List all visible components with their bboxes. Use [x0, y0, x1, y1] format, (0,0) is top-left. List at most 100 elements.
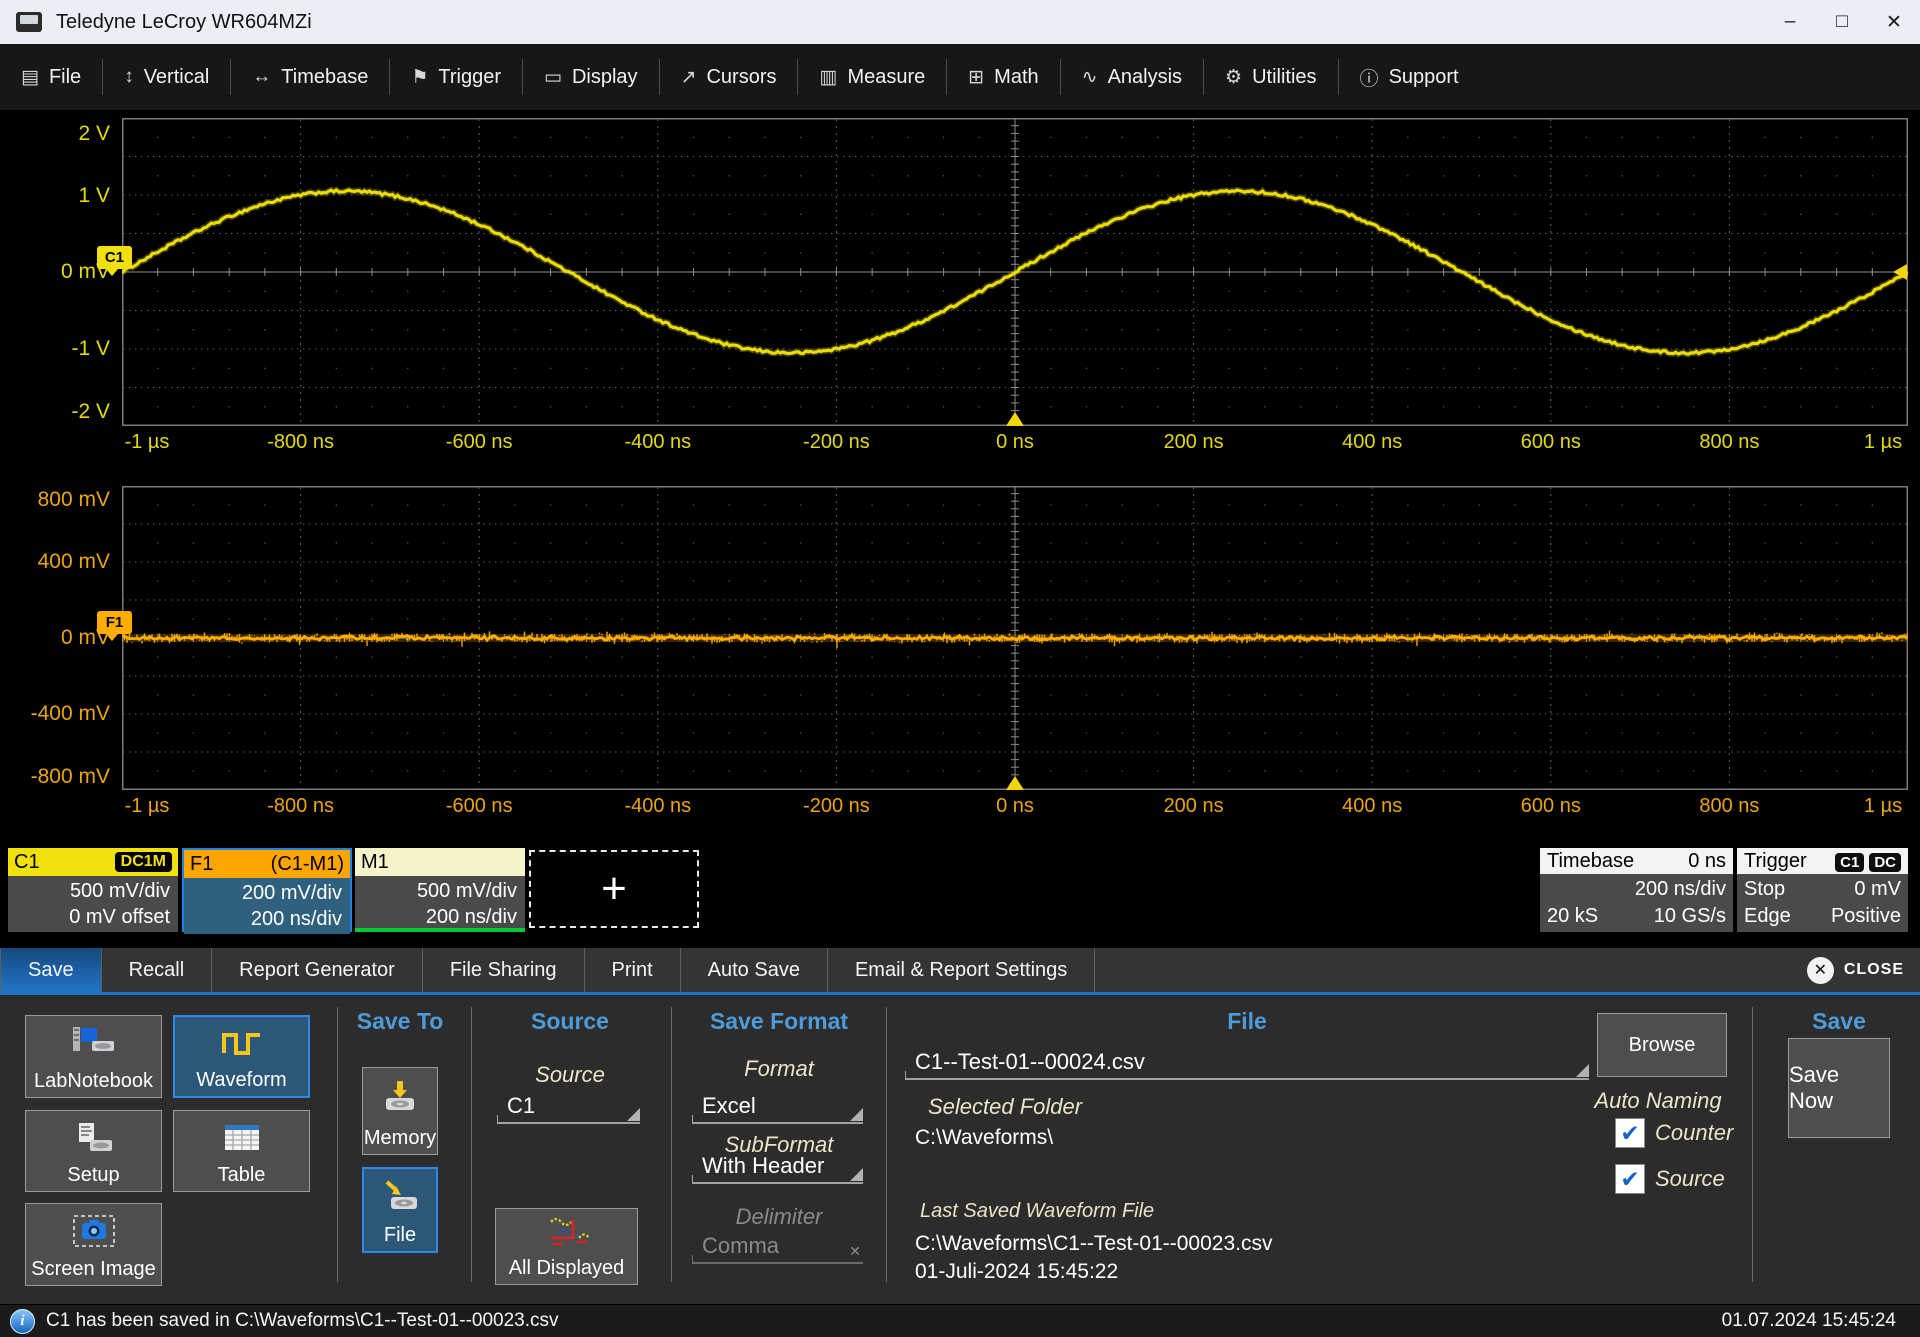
dropdown-triangle-icon: [850, 1168, 863, 1181]
waveform-display-c1[interactable]: [122, 118, 1908, 426]
close-icon: ✕: [1807, 957, 1834, 984]
x-tick: 1 µs: [1864, 431, 1902, 454]
all-displayed-button[interactable]: All Displayed: [495, 1208, 638, 1285]
waveform-button[interactable]: Waveform: [173, 1015, 310, 1098]
menu-trigger[interactable]: ⚑Trigger: [390, 44, 522, 110]
counter-checkbox[interactable]: ✔: [1615, 1118, 1645, 1148]
save-to-file-button[interactable]: File: [362, 1167, 438, 1253]
file-label: File: [384, 1224, 416, 1247]
table-button[interactable]: Table: [173, 1110, 310, 1192]
tab-recall[interactable]: Recall: [102, 948, 213, 992]
counter-checkbox-row[interactable]: ✔ Counter: [1615, 1118, 1733, 1148]
x-tick: -600 ns: [446, 795, 513, 818]
x-tick: 200 ns: [1164, 795, 1224, 818]
cursor-arrow-icon: ↗: [681, 66, 697, 89]
square-wave-icon: [218, 1017, 266, 1069]
subformat-select[interactable]: With Header: [692, 1148, 863, 1184]
format-select[interactable]: Excel: [692, 1088, 863, 1124]
menu-display[interactable]: ▭Display: [523, 44, 659, 110]
browse-label: Browse: [1629, 1034, 1696, 1057]
menu-measure[interactable]: ▥Measure: [798, 44, 946, 110]
menu-cursors[interactable]: ↗Cursors: [660, 44, 798, 110]
menu-vertical[interactable]: ↕Vertical: [103, 44, 230, 110]
status-bar: i C1 has been saved in C:\Waveforms\C1--…: [0, 1304, 1920, 1337]
tab-save[interactable]: Save: [0, 948, 102, 992]
x-tick: -600 ns: [446, 431, 513, 454]
labnotebook-button[interactable]: LabNotebook: [25, 1015, 162, 1098]
section-divider: [886, 1007, 887, 1282]
trigger-time-marker[interactable]: [1006, 412, 1024, 426]
source-select[interactable]: C1: [497, 1088, 640, 1124]
format-value: Excel: [702, 1093, 756, 1119]
file-icon: ▤: [21, 66, 39, 89]
maximize-button[interactable]: □: [1816, 0, 1868, 44]
y-axis-label: 1 V: [4, 183, 110, 209]
trigger-slope: Positive: [1831, 903, 1901, 930]
channel-marker-f1[interactable]: F1: [97, 611, 132, 634]
source-checkbox-row[interactable]: ✔ Source: [1615, 1164, 1725, 1194]
screen-image-label: Screen Image: [31, 1258, 156, 1281]
timebase-summary-box[interactable]: Timebase0 ns 200 ns/div 20 kS10 GS/s: [1540, 848, 1733, 932]
tdiv-value: 200 ns/div: [426, 904, 517, 930]
x-tick: -400 ns: [624, 795, 691, 818]
tab-file-sharing[interactable]: File Sharing: [423, 948, 585, 992]
tab-report-generator[interactable]: Report Generator: [212, 948, 423, 992]
y-axis-label: -400 mV: [4, 701, 110, 727]
tab-print[interactable]: Print: [585, 948, 681, 992]
tab-email-report-settings[interactable]: Email & Report Settings: [828, 948, 1095, 992]
labnotebook-icon: [68, 1016, 120, 1070]
info-icon: ⓘ: [1360, 64, 1379, 91]
status-datetime: 01.07.2024 15:45:24: [1722, 1310, 1896, 1332]
table-icon: [220, 1111, 264, 1164]
file-header: File: [905, 1008, 1589, 1035]
delimiter-label: Delimiter: [690, 1204, 868, 1230]
tools-icon: ⚙: [1225, 66, 1242, 89]
disabled-clear-icon: ✕: [849, 1243, 861, 1260]
camera-icon: [71, 1204, 117, 1258]
active-underline: [355, 928, 525, 932]
menu-label: Math: [994, 66, 1038, 89]
source-checkbox[interactable]: ✔: [1615, 1164, 1645, 1194]
menu-support[interactable]: ⓘSupport: [1339, 44, 1480, 110]
x-tick: -800 ns: [267, 795, 334, 818]
menu-timebase[interactable]: ↔Timebase: [231, 44, 389, 110]
setup-button[interactable]: Setup: [25, 1110, 162, 1192]
menu-analysis[interactable]: ∿Analysis: [1061, 44, 1203, 110]
save-now-button[interactable]: Save Now: [1788, 1038, 1890, 1138]
coupling-badge: DC1M: [115, 852, 172, 872]
save-to-header: Save To: [330, 1008, 470, 1035]
menu-bar: ▤File ↕Vertical ↔Timebase ⚑Trigger ▭Disp…: [0, 44, 1920, 110]
browse-button[interactable]: Browse: [1597, 1013, 1727, 1077]
channel-descriptor-f1[interactable]: F1(C1-M1) 200 mV/div200 ns/div: [182, 848, 352, 932]
menu-math[interactable]: ⊞Math: [947, 44, 1059, 110]
y-axis-label: 0 mV: [4, 259, 110, 285]
waveform-chart-icon: ∿: [1082, 66, 1098, 89]
waveform-display-f1[interactable]: [122, 486, 1908, 790]
minimize-button[interactable]: –: [1764, 0, 1816, 44]
x-axis-f1: -1 µs -800 ns -600 ns -400 ns -200 ns 0 …: [122, 795, 1908, 821]
trigger-level: 0 mV: [1854, 876, 1901, 903]
menu-label: Display: [572, 66, 638, 89]
check-icon: ✔: [1620, 1122, 1639, 1145]
vertical-arrows-icon: ↕: [124, 66, 134, 88]
dialog-close-button[interactable]: ✕ CLOSE: [1807, 948, 1904, 992]
file-disk-icon: [380, 1169, 420, 1224]
trigger-summary-box[interactable]: TriggerC1DC Stop0 mV EdgePositive: [1737, 848, 1908, 932]
channel-descriptor-m1[interactable]: M1 500 mV/div200 ns/div: [355, 848, 525, 932]
tab-auto-save[interactable]: Auto Save: [681, 948, 828, 992]
save-panel: LabNotebook Waveform Setup Table Screen …: [0, 992, 1920, 1304]
save-to-memory-button[interactable]: Memory: [362, 1067, 438, 1155]
channel-marker-c1[interactable]: C1: [97, 246, 132, 269]
menu-file[interactable]: ▤File: [0, 44, 102, 110]
trigger-level-marker[interactable]: [1893, 264, 1907, 280]
x-tick: -200 ns: [803, 795, 870, 818]
filename-input[interactable]: C1--Test-01--00024.csv: [905, 1044, 1589, 1080]
screen-image-button[interactable]: Screen Image: [25, 1203, 162, 1286]
menu-utilities[interactable]: ⚙Utilities: [1204, 44, 1338, 110]
trigger-time-marker[interactable]: [1006, 776, 1024, 790]
channel-descriptor-c1[interactable]: C1DC1M 500 mV/div0 mV offset: [8, 848, 178, 932]
selected-folder-path: C:\Waveforms\: [915, 1126, 1053, 1150]
function-expression: (C1-M1): [271, 853, 344, 876]
close-button[interactable]: ✕: [1868, 0, 1920, 44]
add-trace-button[interactable]: +: [529, 850, 699, 928]
